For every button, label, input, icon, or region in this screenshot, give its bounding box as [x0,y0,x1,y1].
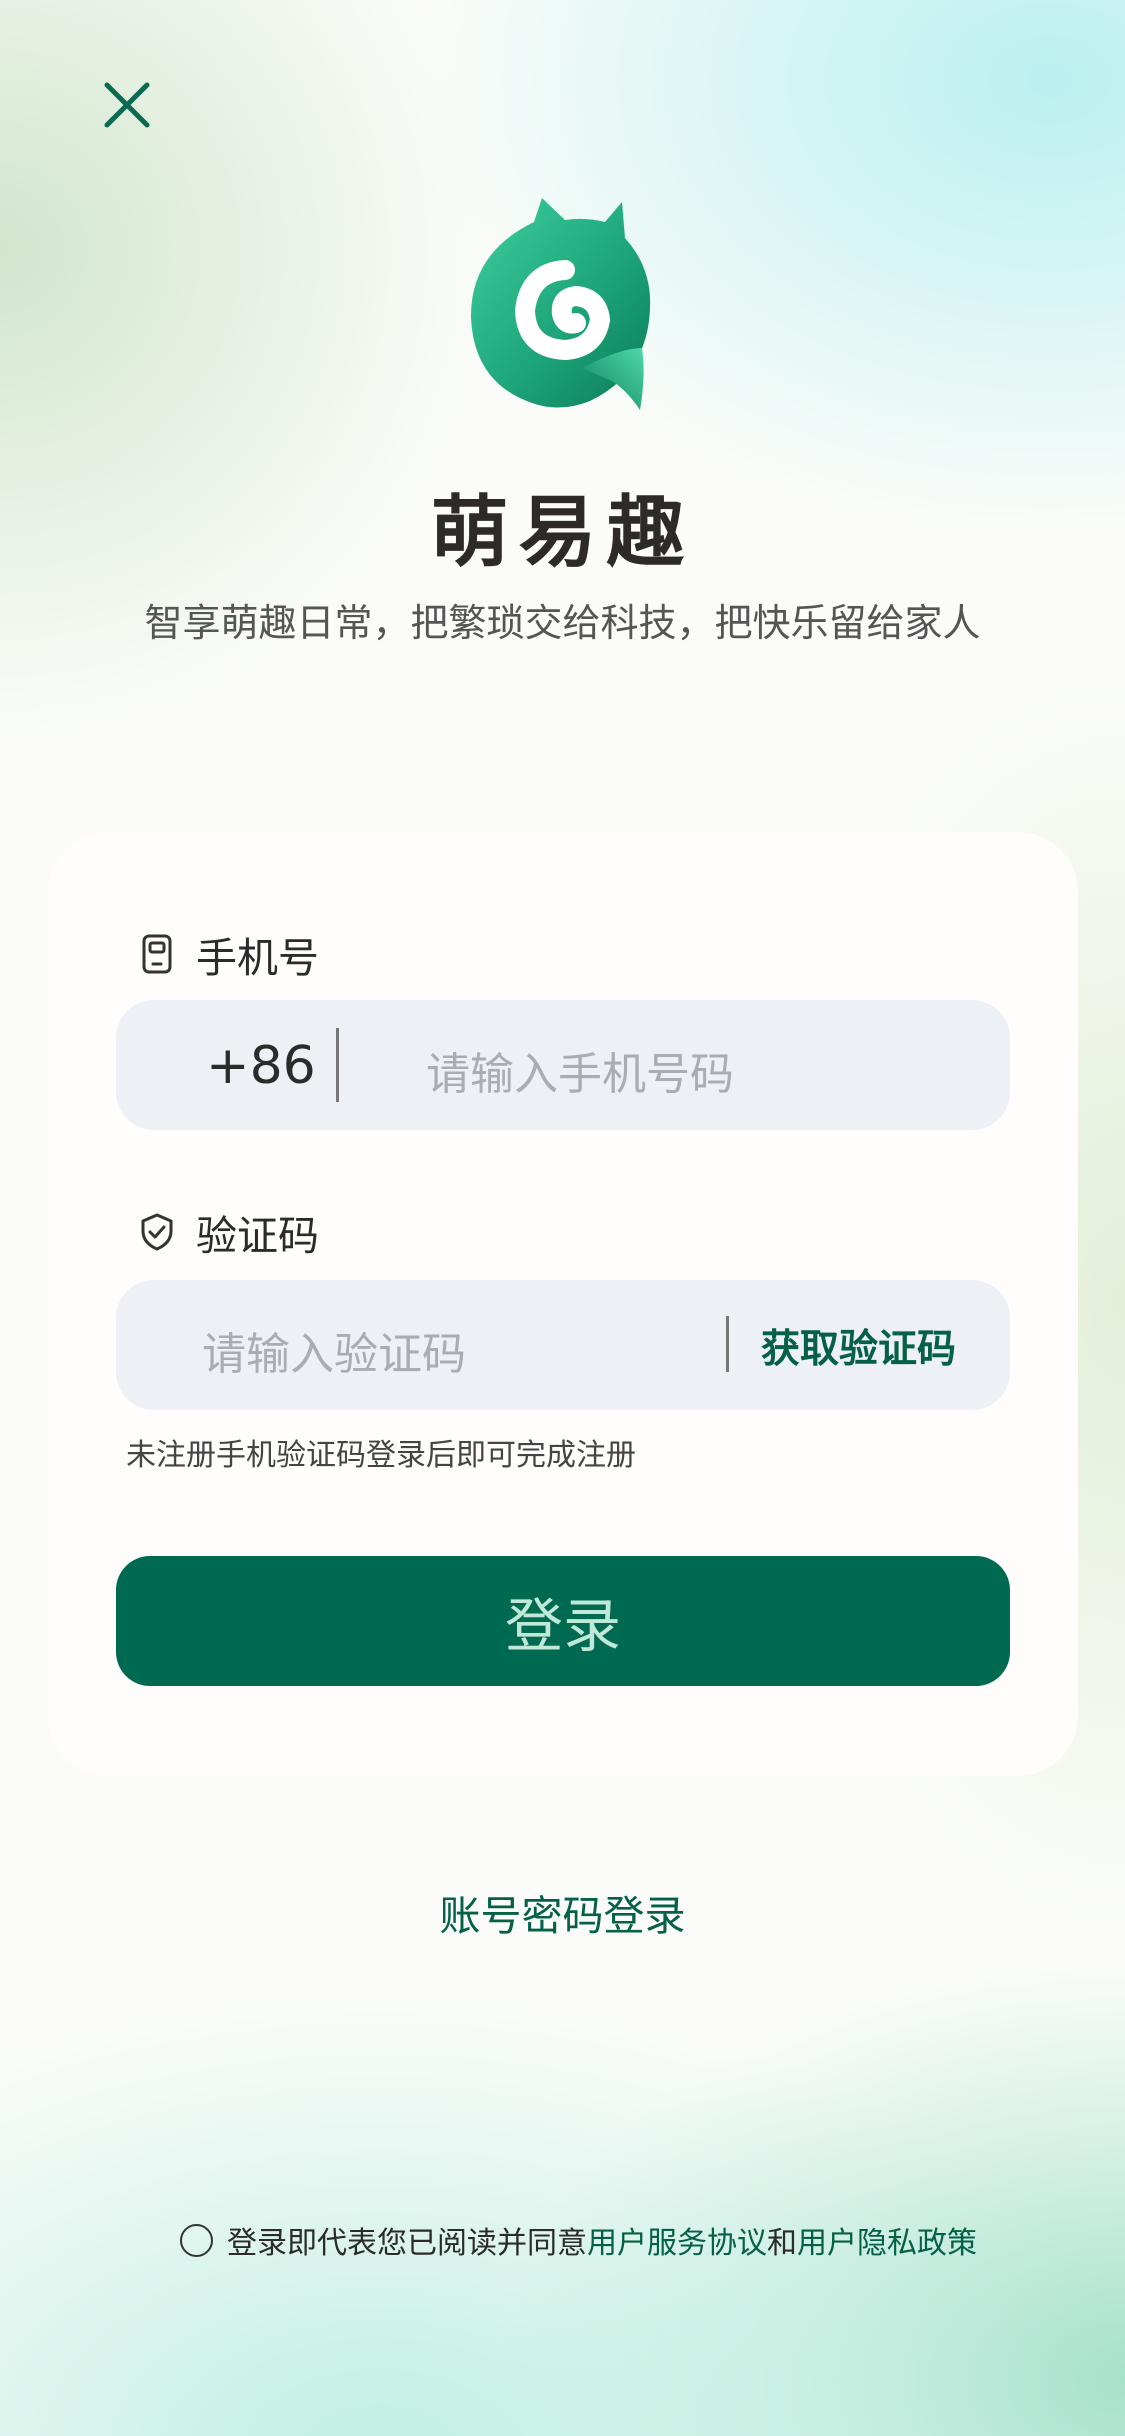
login-card: 手机号 +86 请输入手机号码 验证码 请输入验证码 获取验证码 未注册手机验证… [48,832,1078,1776]
shield-check-icon [140,1212,174,1252]
divider [336,1028,339,1102]
privacy-link[interactable]: 用户隐私政策 [797,2218,977,2262]
get-code-button[interactable]: 获取验证码 [761,1318,956,1374]
agreement-row: 登录即代表您已阅读并同意 用户服务协议 和 用户隐私政策 [180,2218,977,2262]
phone-input-placeholder[interactable]: 请输入手机号码 [426,1038,734,1102]
password-login-link-row: 账号密码登录 [0,1882,1125,1942]
terms-link[interactable]: 用户服务协议 [587,2218,767,2262]
phone-field[interactable]: +86 请输入手机号码 [116,1000,1010,1130]
agreement-prefix: 登录即代表您已阅读并同意 [227,2226,587,2261]
password-login-link[interactable]: 账号密码登录 [440,1892,686,1940]
agreement-conjunction: 和 [767,2226,797,2261]
app-name: 萌易趣 [430,488,695,578]
code-field[interactable]: 请输入验证码 获取验证码 [116,1280,1010,1410]
close-icon [104,82,150,128]
code-label-text: 验证码 [196,1212,319,1260]
login-button[interactable]: 登录 [116,1556,1010,1686]
app-slogan: 智享萌趣日常，把繁琐交给科技，把快乐留给家人 [144,601,981,645]
register-hint: 未注册手机验证码登录后即可完成注册 [126,1438,636,1473]
phone-icon [140,934,174,974]
country-code-selector[interactable]: +86 [206,1036,316,1096]
agreement-checkbox[interactable] [180,2223,213,2257]
app-logo [470,198,655,413]
code-input-placeholder[interactable]: 请输入验证码 [202,1318,466,1382]
phone-label-text: 手机号 [196,934,319,982]
divider [726,1316,729,1372]
phone-label: 手机号 [140,924,319,984]
code-label: 验证码 [140,1202,319,1262]
close-button[interactable] [96,74,158,136]
